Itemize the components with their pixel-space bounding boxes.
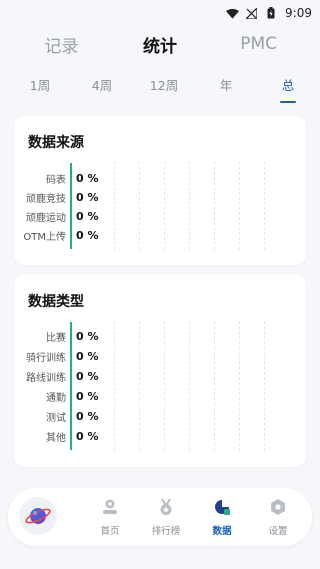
grid-line (239, 162, 240, 250)
list-item: OTM上传 0 % (14, 225, 114, 245)
row-label: OTM上传 (23, 231, 66, 243)
nav-data[interactable]: 数据 (202, 498, 242, 537)
grid-line (264, 321, 265, 451)
list-item: 其他 0 % (14, 426, 114, 446)
grid-line (164, 321, 165, 451)
status-bar: 9:09 (0, 0, 320, 26)
no-signal-icon (245, 7, 258, 19)
row-value: 0 % (76, 209, 99, 223)
period-tabs: 1周 4周 12周 年 总 (0, 68, 320, 104)
row-label: 骑行训练 (26, 352, 66, 364)
row-label: 顽鹿竞技 (26, 193, 66, 205)
row-value: 0 % (76, 190, 99, 204)
row-value: 0 % (76, 409, 99, 423)
list-item: 顽鹿运动 0 % (14, 206, 114, 226)
row-value: 0 % (76, 349, 99, 363)
card-title: 数据类型 (28, 294, 84, 310)
gear-icon (269, 498, 287, 520)
clock: 9:09 (285, 6, 312, 20)
tab-statistics[interactable]: 统计 (120, 32, 200, 57)
grid-line (139, 321, 140, 451)
row-value: 0 % (76, 329, 99, 343)
grid-line (214, 321, 215, 451)
nav-home[interactable]: 首页 (90, 498, 130, 537)
nav-settings[interactable]: 设置 (258, 498, 298, 537)
row-label: 路线训练 (26, 372, 66, 384)
bottom-nav: 首页 排行榜 数据 设置 (8, 488, 312, 546)
card-title: 数据来源 (28, 135, 84, 151)
grid-line (114, 321, 115, 451)
tab-records[interactable]: 记录 (21, 32, 101, 57)
grid-line (214, 162, 215, 250)
grid-line (114, 162, 115, 250)
period-12-weeks[interactable]: 12周 (146, 76, 182, 96)
row-value: 0 % (76, 369, 99, 383)
row-value: 0 % (76, 389, 99, 403)
row-label: 顽鹿运动 (26, 212, 66, 224)
row-value: 0 % (76, 228, 99, 242)
list-item: 码表 0 % (14, 168, 114, 188)
grid-line (139, 162, 140, 250)
list-item: 路线训练 0 % (14, 366, 114, 386)
nav-label: 排行榜 (151, 526, 181, 537)
list-item: 顽鹿竞技 0 % (14, 187, 114, 207)
nav-leaderboard[interactable]: 排行榜 (146, 498, 186, 537)
list-item: 骑行训练 0 % (14, 346, 114, 366)
list-item: 比赛 0 % (14, 326, 114, 346)
grid-line (189, 321, 190, 451)
planet-icon[interactable] (19, 497, 57, 535)
period-4-weeks[interactable]: 4周 (84, 76, 120, 96)
wifi-icon (226, 7, 240, 19)
list-item: 通勤 0 % (14, 386, 114, 406)
list-item: 测试 0 % (14, 406, 114, 426)
home-icon (101, 498, 119, 520)
grid-line (264, 162, 265, 250)
period-year[interactable]: 年 (208, 76, 244, 96)
row-label: 比赛 (46, 332, 66, 344)
row-value: 0 % (76, 171, 99, 185)
row-label: 通勤 (46, 392, 66, 404)
row-label: 码表 (46, 174, 66, 186)
medal-icon (157, 498, 175, 520)
grid-line (239, 321, 240, 451)
row-value: 0 % (76, 429, 99, 443)
period-total[interactable]: 总 (270, 76, 306, 96)
grid-line (189, 162, 190, 250)
grid-line (164, 162, 165, 250)
data-source-card: 数据来源 码表 0 % 顽鹿竞技 0 % 顽鹿运动 0 % OTM上传 0 % (14, 116, 306, 265)
row-label: 测试 (46, 412, 66, 424)
nav-label: 首页 (100, 526, 120, 537)
tab-pmc[interactable]: PMC (219, 34, 299, 54)
data-icon (213, 498, 231, 520)
top-tabs: 记录 统计 PMC (0, 26, 320, 62)
nav-label: 数据 (212, 526, 232, 537)
row-label: 其他 (46, 432, 66, 444)
data-type-card: 数据类型 比赛 0 % 骑行训练 0 % 路线训练 0 % 通勤 0 % 测试 … (14, 275, 306, 467)
period-1-week[interactable]: 1周 (22, 76, 58, 96)
battery-icon (264, 7, 277, 19)
nav-label: 设置 (268, 526, 288, 537)
